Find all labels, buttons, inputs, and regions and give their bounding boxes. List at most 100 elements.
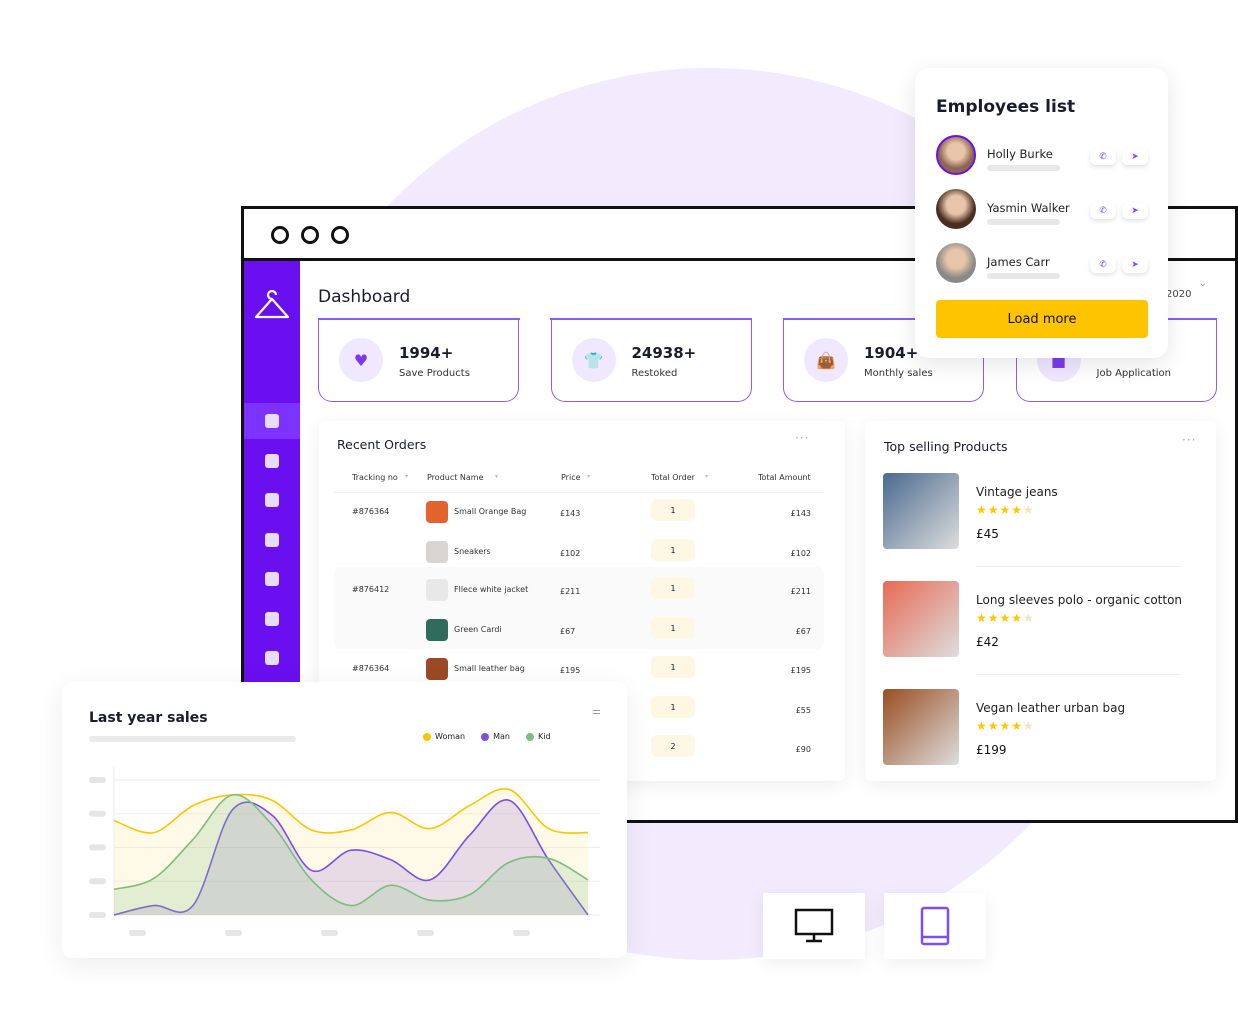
product-name[interactable]: Vegan leather urban bag: [976, 701, 1125, 715]
placeholder-bar: [987, 219, 1060, 225]
product-thumbnail: [426, 501, 448, 523]
chart-icon: [265, 453, 279, 468]
sort-icon[interactable]: ▾: [587, 473, 590, 480]
year-value: 2020: [1166, 289, 1192, 300]
rating-stars: ★★★★★: [976, 611, 1035, 625]
apps-icon: [265, 493, 279, 507]
sales-chart: [89, 767, 600, 936]
product-name: Green Cardi: [454, 625, 502, 634]
y-tick-placeholder: [89, 912, 106, 918]
sort-icon[interactable]: ▾: [405, 473, 408, 480]
sidebar: [244, 261, 300, 687]
x-tick-placeholder: [417, 930, 434, 936]
avatar: [936, 135, 976, 175]
stat-value: 1994+: [399, 344, 454, 362]
column-header[interactable]: Tracking no: [352, 473, 398, 482]
price: £143: [560, 509, 581, 518]
call-button[interactable]: ✆: [1090, 203, 1116, 219]
employee-name: Yasmin Walker: [987, 201, 1070, 215]
tablet-icon: [920, 906, 950, 946]
total-amount: £90: [795, 745, 811, 754]
shirt-icon: 👕: [571, 338, 616, 382]
stat-label: Restoked: [631, 368, 678, 379]
send-button[interactable]: ➤: [1122, 149, 1148, 165]
product-name[interactable]: Vintage jeans: [976, 485, 1058, 499]
product-name: Small leather bag: [454, 664, 525, 673]
top-selling-title: Top selling Products: [884, 439, 1008, 454]
monitor-icon: [794, 908, 834, 943]
trend-icon: [265, 611, 279, 626]
employee-name: Holly Burke: [987, 147, 1053, 161]
sort-icon[interactable]: ▾: [495, 473, 498, 480]
total-amount: £55: [795, 706, 811, 715]
stat-card: 👕 24938+ Restoked: [550, 318, 752, 402]
total-amount: £67: [795, 627, 811, 636]
placeholder-bar: [987, 165, 1060, 171]
quantity-badge: 1: [651, 656, 695, 678]
tablet-view-button[interactable]: [884, 893, 986, 959]
bag-icon: 👜: [804, 338, 848, 382]
product-name: Sneakers: [454, 547, 491, 556]
rating-stars: ★★★★★: [976, 719, 1035, 733]
call-button[interactable]: ✆: [1090, 149, 1116, 165]
product-thumbnail: [426, 579, 448, 601]
sidebar-item[interactable]: [244, 522, 300, 558]
sidebar-item[interactable]: [244, 640, 300, 676]
price: £195: [560, 666, 581, 675]
divider: [976, 566, 1181, 567]
product-image[interactable]: [883, 689, 959, 765]
top-selling-card: Top selling Products ··· Vintage jeans ★★…: [865, 421, 1216, 781]
column-header[interactable]: Total Order: [651, 473, 695, 482]
year-select[interactable]: 2020: [1166, 289, 1191, 300]
sidebar-item[interactable]: [244, 601, 300, 637]
sort-icon[interactable]: ▾: [705, 473, 708, 480]
product-name[interactable]: Long sleeves polo - organic cotton: [976, 593, 1182, 607]
desktop-view-button[interactable]: [763, 893, 865, 959]
stat-label: Save Products: [399, 368, 470, 379]
product-price: £45: [976, 527, 999, 541]
send-button[interactable]: ➤: [1122, 257, 1148, 273]
total-amount: £195: [790, 666, 811, 675]
total-amount: £102: [790, 549, 811, 558]
more-icon[interactable]: ···: [1182, 433, 1196, 447]
avatar: [936, 189, 976, 229]
column-header[interactable]: Total Amount: [758, 473, 811, 482]
product-image[interactable]: [883, 581, 959, 657]
product-thumbnail: [426, 658, 448, 680]
product-image[interactable]: [883, 473, 959, 549]
sidebar-item[interactable]: [244, 561, 300, 597]
x-tick-placeholder: [129, 930, 146, 936]
employee-name: James Carr: [987, 255, 1050, 269]
x-tick-placeholder: [513, 930, 530, 936]
column-header[interactable]: Product Name: [427, 473, 484, 482]
window-dot-icon[interactable]: [331, 226, 349, 244]
window-dot-icon[interactable]: [271, 226, 289, 244]
column-header[interactable]: Price: [561, 473, 581, 482]
price: £102: [560, 549, 581, 558]
sidebar-item[interactable]: [244, 443, 300, 479]
sidebar-item[interactable]: [244, 482, 300, 518]
load-more-button[interactable]: Load more: [936, 300, 1148, 338]
price: £211: [560, 587, 581, 596]
x-tick-placeholder: [321, 930, 338, 936]
product-price: £199: [976, 743, 1007, 757]
window-dot-icon[interactable]: [301, 226, 319, 244]
call-button[interactable]: ✆: [1090, 257, 1116, 273]
y-tick-placeholder: [89, 844, 106, 851]
avatar: [936, 243, 976, 283]
rating-stars: ★★★★★: [976, 503, 1035, 517]
divider: [334, 492, 824, 493]
sidebar-item[interactable]: [244, 403, 300, 439]
employees-card: Employees list Load more Holly Burke ✆ ➤ Ya…: [915, 68, 1168, 358]
send-button[interactable]: ➤: [1122, 203, 1148, 219]
quantity-badge: 1: [651, 577, 695, 599]
heart-icon: ♥: [339, 338, 383, 382]
placeholder-bar: [987, 273, 1060, 279]
tracking-number: #876364: [352, 664, 390, 673]
more-icon[interactable]: ···: [795, 431, 809, 445]
quantity-badge: 1: [651, 617, 695, 639]
product-thumbnail: [426, 619, 448, 641]
chevron-down-icon[interactable]: ⌄: [1199, 279, 1207, 289]
calendar-icon: [265, 572, 279, 586]
y-tick-placeholder: [89, 810, 106, 817]
